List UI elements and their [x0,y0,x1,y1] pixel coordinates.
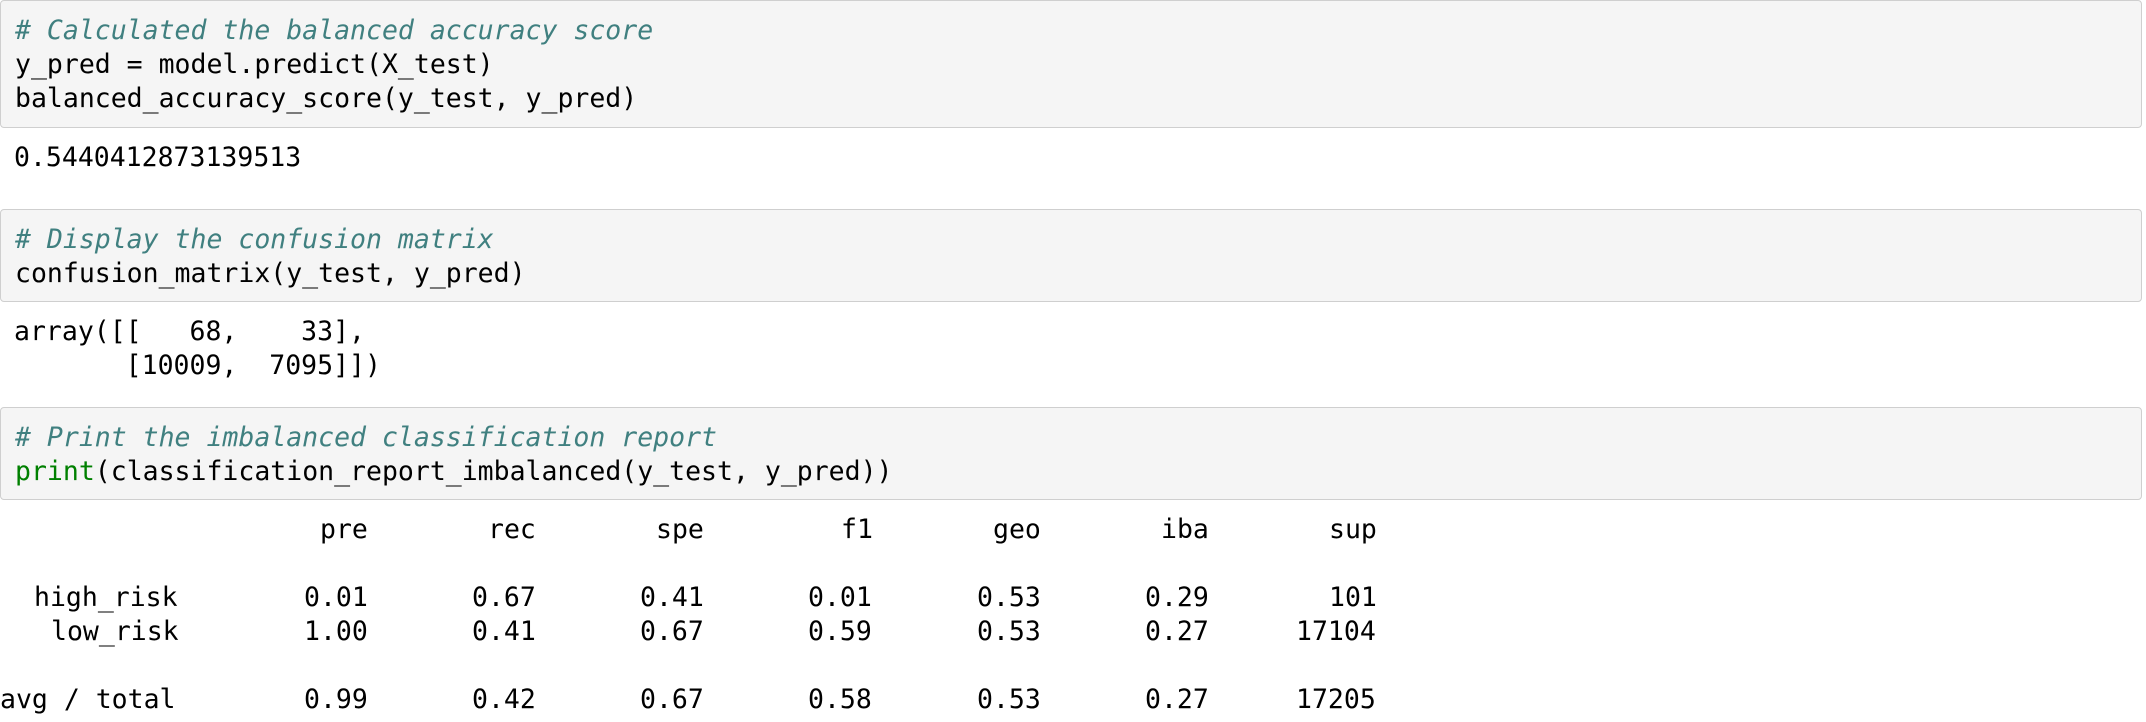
cell-output-text: [10009, 7095]]) [14,350,381,381]
report-cell: 101 [1329,582,1377,613]
report-header-f1: f1 [841,514,873,545]
report-cell: 0.42 [472,684,536,715]
report-total-label: avg / total [0,684,176,715]
report-cell: 0.41 [640,582,704,613]
report-cell: 0.53 [977,616,1041,647]
code-comment: # Print the imbalanced classification re… [15,422,717,453]
report-cell: 0.67 [640,684,704,715]
report-cell: 1.00 [304,616,368,647]
code-text: (classification_report_imbalanced(y_test… [94,456,893,487]
report-cell: 0.27 [1145,616,1209,647]
builtin-print: print [15,456,95,487]
report-cell: 0.29 [1145,582,1209,613]
cell-output-text: array([[ 68, 33], [14,316,365,347]
report-cell: 0.53 [977,684,1041,715]
report-cell: 0.59 [808,616,872,647]
code-cell-input-2[interactable]: # Display the confusion matrix confusion… [0,209,2142,302]
report-cell: 17205 [1296,684,1376,715]
report-header-iba: iba [1161,514,1209,545]
report-header-pre: pre [320,514,368,545]
report-cell: 0.53 [977,582,1041,613]
report-cell: 0.67 [472,582,536,613]
report-cell: 0.99 [304,684,368,715]
code-line: print(classification_report_imbalanced(y… [15,455,893,489]
report-cell: 0.01 [808,582,872,613]
report-cell: 17104 [1296,616,1376,647]
report-cell: 0.67 [640,616,704,647]
code-line: confusion_matrix(y_test, y_pred) [15,258,526,289]
report-header-sup: sup [1329,514,1377,545]
report-row-label: low_risk [51,616,179,647]
cell-output-text: 0.5440412873139513 [14,142,302,173]
code-line: balanced_accuracy_score(y_test, y_pred) [15,83,638,114]
report-cell: 0.27 [1145,684,1209,715]
report-cell: 0.58 [808,684,872,715]
code-comment: # Calculated the balanced accuracy score [15,15,654,46]
report-cell: 0.41 [472,616,536,647]
code-cell-input-3[interactable]: # Print the imbalanced classification re… [0,407,2142,500]
code-cell-input-1[interactable]: # Calculated the balanced accuracy score… [0,0,2142,128]
code-comment: # Display the confusion matrix [15,224,494,255]
report-header-spe: spe [656,514,704,545]
report-header-geo: geo [993,514,1041,545]
report-row-label: high_risk [34,582,178,613]
report-cell: 0.01 [304,582,368,613]
code-line: y_pred = model.predict(X_test) [15,49,494,80]
report-header-rec: rec [488,514,536,545]
